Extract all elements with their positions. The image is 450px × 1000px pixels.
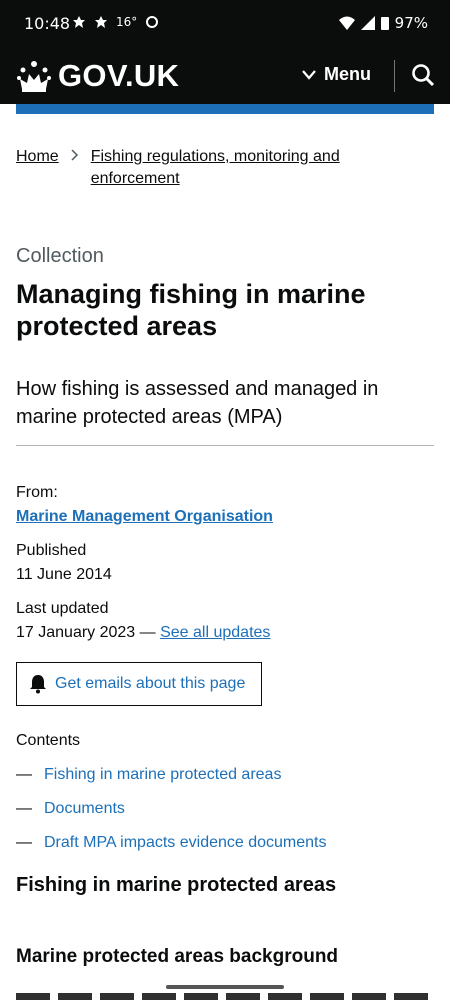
list-dash: — <box>16 766 32 783</box>
truncated-paragraph <box>16 993 434 1000</box>
leaf-icon <box>73 16 85 28</box>
list-item: — Draft MPA impacts evidence documents <box>16 834 327 868</box>
leaf-icon <box>95 16 107 28</box>
header-divider <box>394 60 395 92</box>
home-indicator[interactable] <box>166 985 284 989</box>
get-emails-button[interactable]: Get emails about this page <box>16 662 262 706</box>
site-header: GOV.UK Menu <box>0 48 450 104</box>
status-time: 10:48 <box>24 14 71 33</box>
search-button[interactable] <box>411 63 435 92</box>
menu-button[interactable]: Menu <box>302 64 371 85</box>
contents-link[interactable]: Fishing in marine protected areas <box>44 766 281 784</box>
logo-text: GOV.UK <box>58 58 180 93</box>
section-divider <box>16 445 434 446</box>
organisation-link[interactable]: Marine Management Organisation <box>16 508 273 525</box>
wifi-icon <box>338 16 355 30</box>
battery-percent: 97% <box>394 14 428 32</box>
govuk-logo[interactable]: GOV.UK <box>16 58 179 94</box>
breadcrumb: Home Fishing regulations, monitoring and… <box>16 146 361 190</box>
see-all-updates-link[interactable]: See all updates <box>160 624 270 641</box>
list-dash: — <box>16 834 32 851</box>
list-dash: — <box>16 800 32 817</box>
get-emails-label: Get emails about this page <box>55 675 246 692</box>
status-system: 97% <box>338 14 428 32</box>
signal-icon <box>360 16 375 30</box>
sync-icon <box>146 16 159 28</box>
published-label: Published <box>16 542 87 559</box>
menu-label: Menu <box>324 64 371 84</box>
page-title: Managing fishing in marine protected are… <box>16 279 366 341</box>
updated-label: Last updated <box>16 600 109 617</box>
contents-link[interactable]: Draft MPA impacts evidence documents <box>44 834 327 852</box>
from-label: From: <box>16 484 58 501</box>
contents-link[interactable]: Documents <box>44 800 125 818</box>
page-lead: How fishing is assessed and managed in m… <box>16 378 379 428</box>
published-date: 11 June 2014 <box>16 566 112 583</box>
page-caption: Collection <box>16 245 104 267</box>
breadcrumb-parent-link[interactable]: Fishing regulations, monitoring and enfo… <box>91 146 361 190</box>
updated-date: 17 January 2023 — <box>16 624 156 641</box>
section-heading: Fishing in marine protected areas <box>16 874 337 896</box>
breadcrumb-chevron-icon <box>71 146 79 190</box>
bell-icon <box>30 675 46 694</box>
list-item: — Fishing in marine protected areas <box>16 766 327 800</box>
contents-list: — Fishing in marine protected areas — Do… <box>16 766 327 868</box>
status-notifications: 16° <box>72 15 159 29</box>
battery-icon <box>380 17 389 30</box>
crown-icon <box>17 61 51 92</box>
list-item: — Documents <box>16 800 327 834</box>
temperature-text: 16° <box>116 15 138 29</box>
contents-heading: Contents <box>16 732 81 749</box>
status-bar: 10:48 16° 97% <box>0 0 450 48</box>
search-icon <box>412 64 435 87</box>
chevron-down-icon <box>302 69 316 80</box>
breadcrumb-home-link[interactable]: Home <box>16 146 59 190</box>
subsection-heading: Marine protected areas background <box>16 946 339 967</box>
header-accent-bar <box>16 104 434 114</box>
